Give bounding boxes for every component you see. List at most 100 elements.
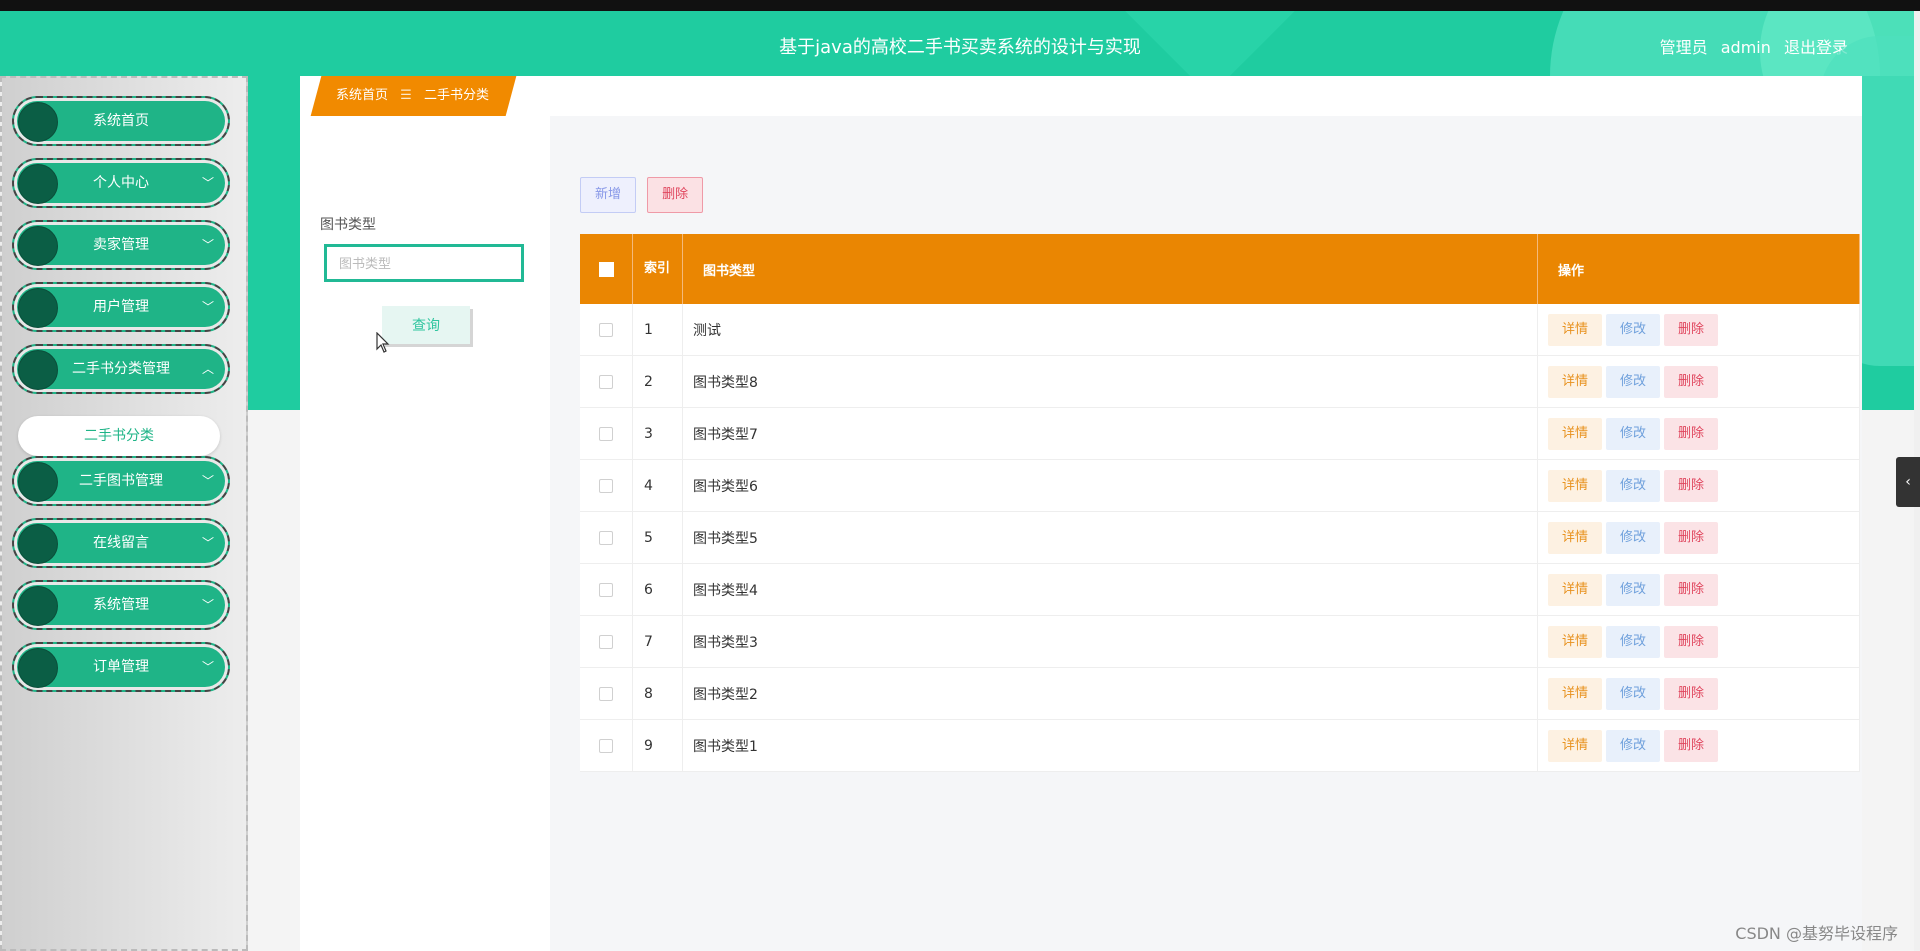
row-actions: 详情 修改 删除 [1537, 667, 1860, 720]
row-type: 图书类型8 [682, 355, 1538, 408]
row-checkbox[interactable] [599, 478, 613, 493]
edit-button[interactable]: 修改 [1606, 677, 1661, 710]
delete-button[interactable]: 删除 [1664, 729, 1719, 762]
detail-button[interactable]: 详情 [1548, 677, 1603, 710]
detail-button[interactable]: 详情 [1548, 625, 1603, 658]
sidebar-item-label: 卖家管理 [93, 237, 149, 253]
row-type: 图书类型5 [682, 511, 1538, 564]
row-actions: 详情 修改 删除 [1537, 407, 1860, 460]
search-panel: 图书类型 查询 [300, 116, 550, 951]
row-type: 图书类型1 [682, 719, 1538, 772]
detail-button[interactable]: 详情 [1548, 313, 1603, 346]
edit-button[interactable]: 修改 [1606, 625, 1661, 658]
breadcrumb-home[interactable]: 系统首页 [336, 88, 388, 103]
column-header-type: 图书类型 [682, 234, 1538, 304]
menu-bullet-icon [18, 350, 58, 390]
chevron-down-icon: ﹀ [201, 660, 214, 674]
table-row: 6 图书类型4 详情 修改 删除 [580, 563, 1860, 616]
detail-button[interactable]: 详情 [1548, 729, 1603, 762]
row-index: 2 [632, 355, 683, 408]
search-button[interactable]: 查询 [382, 306, 470, 344]
table-row: 8 图书类型2 详情 修改 删除 [580, 667, 1860, 720]
sidebar-item-profile[interactable]: 个人中心 ﹀ [12, 158, 230, 208]
sidebar-item-home[interactable]: 系统首页 [12, 96, 230, 146]
row-type: 图书类型4 [682, 563, 1538, 616]
delete-button[interactable]: 删除 [1664, 625, 1719, 658]
delete-button[interactable]: 删除 [1664, 417, 1719, 450]
detail-button[interactable]: 详情 [1548, 521, 1603, 554]
row-checkbox[interactable] [599, 582, 613, 597]
menu-bullet-icon [18, 102, 58, 142]
row-checkbox[interactable] [599, 634, 613, 649]
table-row: 9 图书类型1 详情 修改 删除 [580, 719, 1860, 772]
select-all-checkbox[interactable] [598, 261, 614, 277]
row-checkbox-cell [580, 511, 633, 564]
detail-button[interactable]: 详情 [1548, 469, 1603, 502]
sidebar-item-books[interactable]: 二手图书管理 ﹀ [12, 456, 230, 506]
menu-icon: ☰ [400, 88, 412, 103]
search-input[interactable] [324, 244, 524, 282]
top-strip [0, 0, 1920, 11]
detail-button[interactable]: 详情 [1548, 365, 1603, 398]
delete-button[interactable]: 删除 [1664, 365, 1719, 398]
chevron-up-icon: ︿ [201, 362, 214, 376]
row-actions: 详情 修改 删除 [1537, 304, 1860, 356]
row-checkbox-cell [580, 355, 633, 408]
sidebar-subitem-book-category[interactable]: 二手书分类 [18, 416, 220, 456]
breadcrumb-current: 二手书分类 [423, 88, 489, 103]
row-checkbox[interactable] [599, 738, 613, 753]
delete-button[interactable]: 删除 [1664, 573, 1719, 606]
sidebar-item-orders[interactable]: 订单管理 ﹀ [12, 642, 230, 692]
row-checkbox-cell [580, 615, 633, 668]
row-checkbox[interactable] [599, 426, 613, 441]
sidebar-item-system[interactable]: 系统管理 ﹀ [12, 580, 230, 630]
edit-button[interactable]: 修改 [1606, 365, 1661, 398]
app-header: 基于java的高校二手书买卖系统的设计与实现 管理员 admin 退出登录 [0, 11, 1920, 76]
delete-button[interactable]: 删除 [1664, 469, 1719, 502]
sidebar-item-label: 个人中心 [93, 175, 149, 191]
edit-button[interactable]: 修改 [1606, 417, 1661, 450]
column-header-index: 索引 [632, 234, 683, 304]
chevron-down-icon: ﹀ [201, 536, 214, 550]
add-button[interactable]: 新增 [580, 177, 637, 213]
row-index: 8 [632, 667, 683, 720]
menu-bullet-icon [18, 524, 58, 564]
collapse-panel-tab[interactable]: ‹ [1896, 457, 1920, 507]
row-checkbox-cell [580, 407, 633, 460]
edit-button[interactable]: 修改 [1606, 469, 1661, 502]
delete-button[interactable]: 删除 [1664, 313, 1719, 346]
row-checkbox[interactable] [599, 374, 613, 389]
edit-button[interactable]: 修改 [1606, 313, 1661, 346]
row-checkbox-cell [580, 563, 633, 616]
table-row: 7 图书类型3 详情 修改 删除 [580, 615, 1860, 668]
sidebar-item-label: 系统首页 [93, 113, 149, 129]
edit-button[interactable]: 修改 [1606, 521, 1661, 554]
batch-delete-button[interactable]: 删除 [647, 177, 704, 213]
edit-button[interactable]: 修改 [1606, 729, 1661, 762]
sidebar-item-book-categories[interactable]: 二手书分类管理 ︿ [12, 344, 230, 394]
menu-bullet-icon [18, 586, 58, 626]
category-table: 索引 图书类型 操作 1 测试 详情 修改 删除 2 图书类型8 详情 修改 删… [580, 234, 1860, 772]
row-checkbox-cell [580, 667, 633, 720]
sidebar-item-users[interactable]: 用户管理 ﹀ [12, 282, 230, 332]
sidebar: 系统首页 个人中心 ﹀ 卖家管理 ﹀ 用户管理 ﹀ 二手书分类管理 ︿ 二手书分… [0, 76, 248, 951]
chevron-left-icon: ‹ [1905, 474, 1911, 490]
menu-bullet-icon [18, 288, 58, 328]
row-checkbox[interactable] [599, 530, 613, 545]
delete-button[interactable]: 删除 [1664, 677, 1719, 710]
row-checkbox[interactable] [599, 686, 613, 701]
detail-button[interactable]: 详情 [1548, 573, 1603, 606]
row-checkbox[interactable] [599, 322, 613, 337]
sidebar-item-messages[interactable]: 在线留言 ﹀ [12, 518, 230, 568]
detail-button[interactable]: 详情 [1548, 417, 1603, 450]
column-header-actions: 操作 [1537, 234, 1860, 304]
sidebar-item-sellers[interactable]: 卖家管理 ﹀ [12, 220, 230, 270]
row-type: 图书类型2 [682, 667, 1538, 720]
user-role: 管理员 [1659, 38, 1708, 57]
watermark: CSDN @基努毕设程序 [1735, 924, 1898, 943]
row-actions: 详情 修改 删除 [1537, 563, 1860, 616]
delete-button[interactable]: 删除 [1664, 521, 1719, 554]
user-area: 管理员 admin 退出登录 [1652, 34, 1848, 58]
edit-button[interactable]: 修改 [1606, 573, 1661, 606]
table-row: 2 图书类型8 详情 修改 删除 [580, 355, 1860, 408]
